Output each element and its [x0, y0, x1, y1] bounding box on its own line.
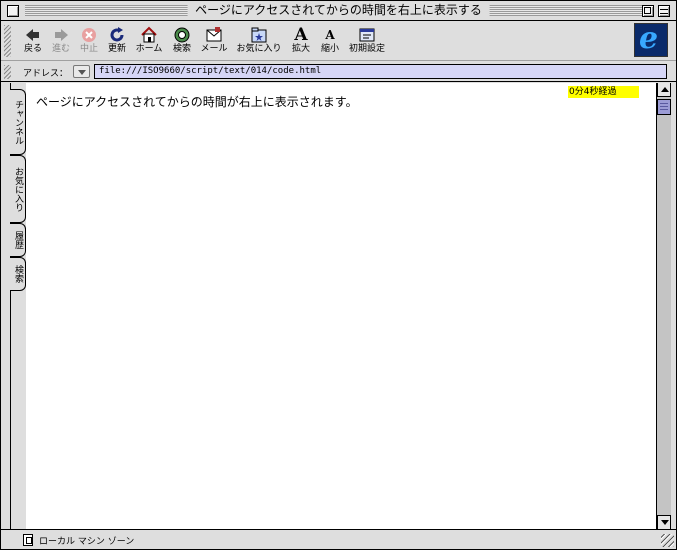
page-message: ページにアクセスされてからの時間が右上に表示されます。 [36, 95, 358, 109]
favorites-icon [250, 26, 268, 44]
tab-search[interactable]: 検索 [10, 257, 26, 291]
tab-channels[interactable]: チャンネル [10, 89, 26, 155]
mail-icon [205, 26, 223, 44]
tab-favorites[interactable]: お気に入り [10, 155, 26, 223]
status-bar: ローカル マシン ゾーン [1, 529, 676, 549]
text-smaller-button-label: 縮小 [320, 44, 339, 54]
scroll-thumb[interactable] [657, 99, 671, 115]
text-larger-button-label: 拡大 [291, 44, 310, 54]
window-right-edge [671, 83, 676, 529]
forward-arrow-icon [52, 26, 70, 44]
home-button[interactable]: ホーム [133, 24, 165, 58]
back-arrow-icon [24, 26, 42, 44]
mail-button-label: メール [200, 44, 228, 54]
close-box[interactable] [7, 5, 19, 17]
back-button[interactable]: 戻る [21, 24, 45, 58]
security-zone-label: ローカル マシン ゾーン [39, 537, 135, 547]
title-bar[interactable]: ページにアクセスされてからの時間を右上に表示する [1, 1, 676, 21]
search-button-label: 検索 [172, 44, 191, 54]
stop-button[interactable]: 中止 [77, 24, 101, 58]
security-zone-icon [23, 534, 33, 546]
search-icon [173, 26, 191, 44]
ie-logo[interactable]: e [634, 21, 668, 57]
address-bar: アドレス： file:///ISO9660/script/text/014/co… [1, 62, 676, 82]
page-content: ページにアクセスされてからの時間が右上に表示されます。 0分4秒経過 [26, 83, 656, 529]
elapsed-time-display: 0分4秒経過 [568, 86, 639, 98]
resize-handle[interactable] [661, 534, 674, 547]
address-input[interactable]: file:///ISO9660/script/text/014/code.htm… [94, 64, 667, 79]
home-button-label: ホーム [135, 44, 163, 54]
preferences-button[interactable]: 初期設定 [347, 24, 387, 58]
stop-button-label: 中止 [79, 44, 98, 54]
text-smaller-icon: A [325, 28, 335, 42]
favorites-button-label: お気に入り [236, 44, 282, 54]
mail-button[interactable]: メール [198, 24, 230, 58]
scroll-up-button[interactable] [657, 83, 671, 97]
back-button-label: 戻る [23, 44, 42, 54]
preferences-icon [358, 26, 376, 44]
stop-icon [80, 26, 98, 44]
refresh-icon [108, 26, 126, 44]
address-label: アドレス： [23, 69, 69, 79]
forward-button-label: 進む [51, 44, 70, 54]
window-title: ページにアクセスされてからの時間を右上に表示する [187, 2, 490, 19]
refresh-button[interactable]: 更新 [105, 24, 129, 58]
vertical-scrollbar[interactable] [656, 83, 671, 529]
text-smaller-button[interactable]: A 縮小 [317, 24, 343, 58]
ie-e-icon: e [639, 21, 659, 56]
browser-window: ページにアクセスされてからの時間を右上に表示する 戻る 進む 中止 更新 ホーム… [0, 0, 677, 550]
favorites-button[interactable]: お気に入り [235, 24, 283, 58]
address-bar-grip[interactable] [4, 65, 11, 79]
search-button[interactable]: 検索 [169, 24, 195, 58]
address-history-dropdown[interactable] [73, 65, 90, 78]
scroll-down-button[interactable] [657, 515, 671, 529]
toolbar: 戻る 進む 中止 更新 ホーム 検索 メール お気に入り A 拡大 A 縮小 初… [1, 21, 676, 61]
home-icon [140, 26, 158, 44]
preferences-button-label: 初期設定 [348, 44, 385, 54]
text-larger-icon: A [294, 25, 308, 45]
forward-button[interactable]: 進む [49, 24, 73, 58]
explorer-bar-tabs: チャンネル お気に入り 履歴 検索 [1, 83, 26, 529]
tab-history[interactable]: 履歴 [10, 223, 26, 257]
text-larger-button[interactable]: A 拡大 [288, 24, 314, 58]
toolbar-grip[interactable] [4, 25, 11, 57]
collapse-box[interactable] [658, 5, 670, 17]
zoom-box[interactable] [642, 5, 654, 17]
refresh-button-label: 更新 [107, 44, 126, 54]
